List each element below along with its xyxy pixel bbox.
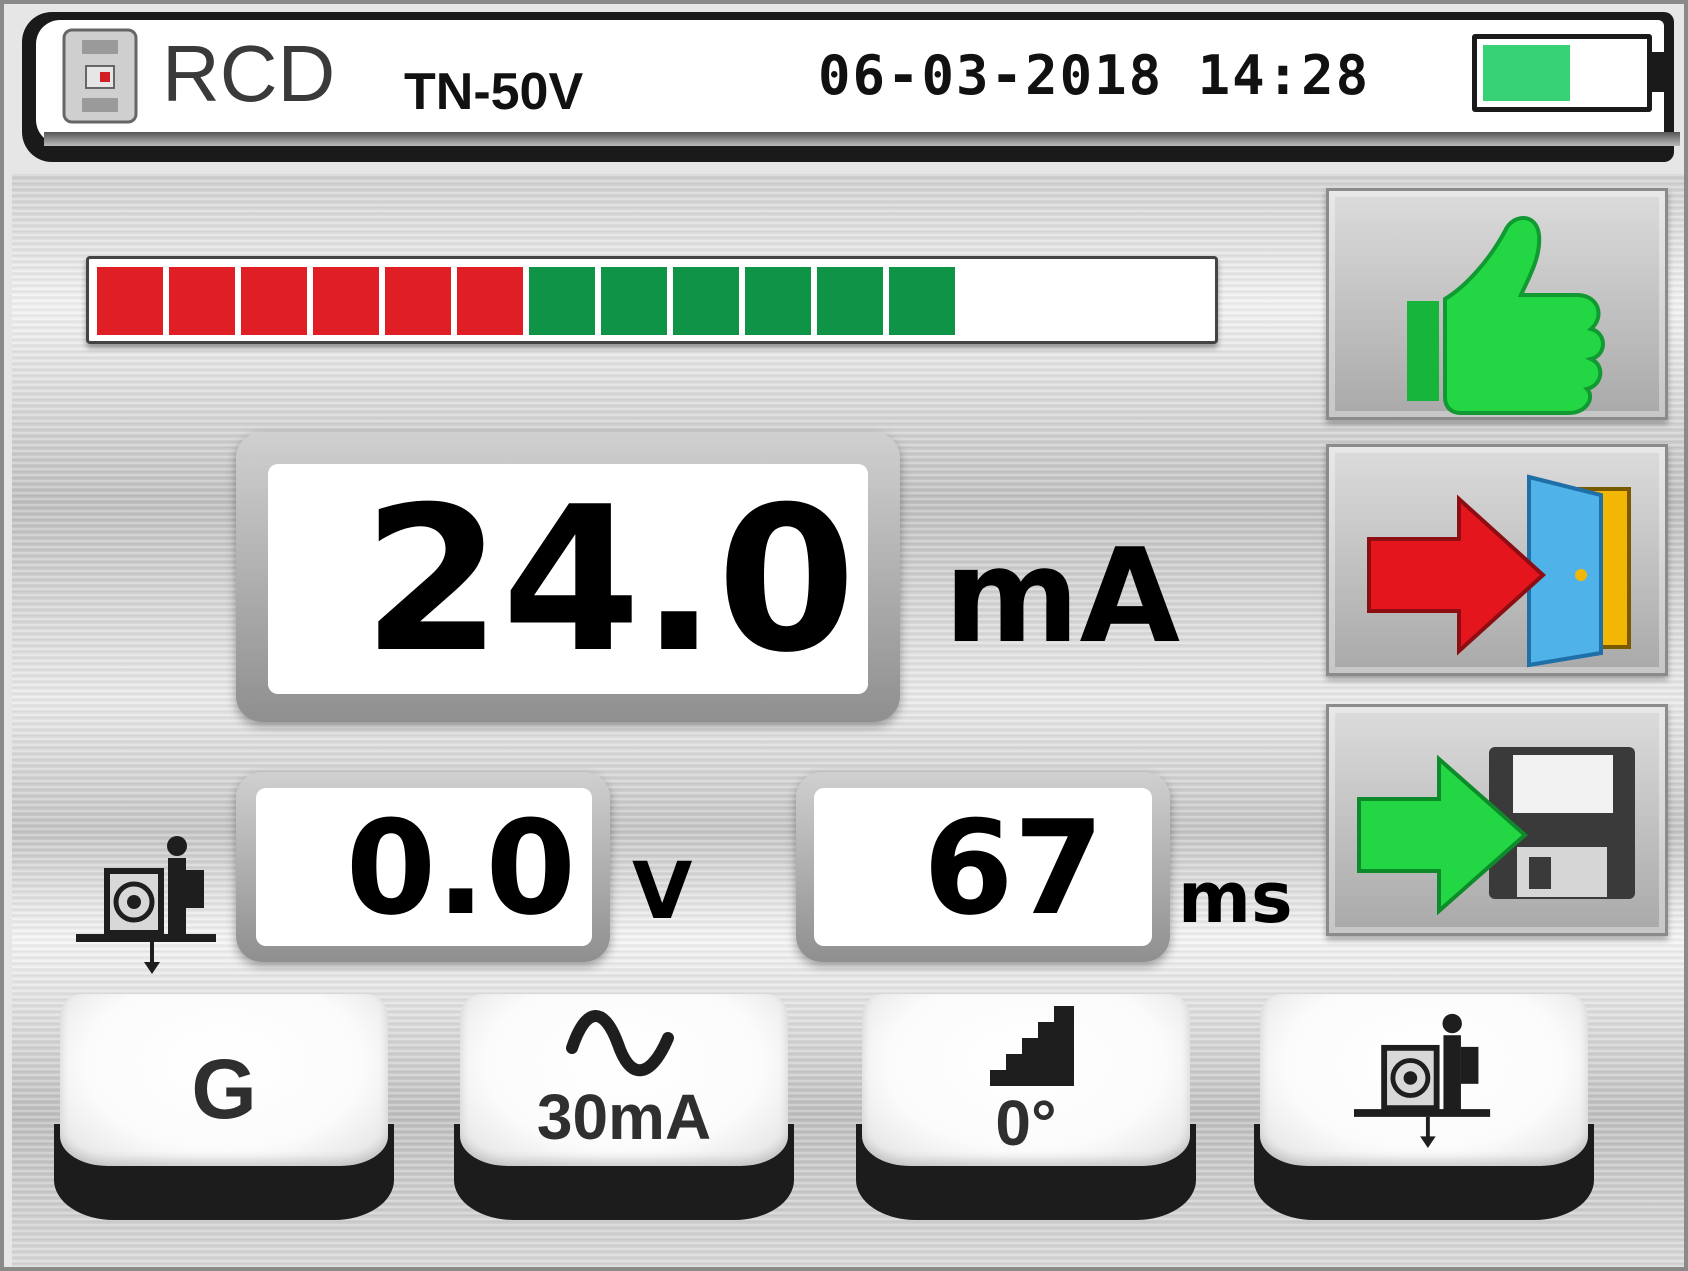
soft-key-4[interactable]: [1254, 994, 1594, 1226]
app-title: RCD: [162, 29, 336, 118]
system-mode-label: TN-50V: [404, 63, 584, 121]
earth-electrode-icon: [76, 836, 216, 974]
leakage-bar-graph: [86, 256, 1218, 344]
battery-level-fill: [1483, 45, 1570, 101]
save-button[interactable]: [1326, 704, 1668, 936]
ac-sine-icon: [566, 1010, 674, 1077]
bar-segment-green: [529, 267, 595, 335]
bar-segment-green: [745, 267, 811, 335]
soft-key-2[interactable]: 30mA: [454, 994, 794, 1226]
bar-segment-red: [457, 267, 523, 335]
soft-key-3-label: 0°: [995, 1087, 1057, 1159]
header-shadow: [44, 132, 1680, 146]
battery-icon: [1472, 34, 1652, 112]
bar-segment-red: [385, 267, 451, 335]
bar-segment-green: [817, 267, 883, 335]
soft-key-3[interactable]: 0°: [856, 994, 1196, 1226]
trip-current-unit: mA: [944, 520, 1181, 672]
battery-tip: [1652, 52, 1664, 92]
bar-segment-green: [673, 267, 739, 335]
soft-key-2-label: 30mA: [536, 1081, 712, 1153]
soft-key-1[interactable]: G: [54, 994, 394, 1226]
bar-segment-red: [169, 267, 235, 335]
soft-key-1-label: G: [191, 1042, 257, 1136]
contact-voltage-unit: V: [632, 847, 693, 937]
bar-segment-red: [241, 267, 307, 335]
result-ok-button[interactable]: [1326, 188, 1668, 420]
save-floppy-icon: [1357, 747, 1635, 916]
bar-segment-green: [889, 267, 955, 335]
trip-current-value: 24.0: [362, 464, 856, 697]
trip-time-unit: ms: [1178, 857, 1293, 939]
bar-segment-green: [601, 267, 667, 335]
earth-electrode-icon: [1354, 1013, 1491, 1148]
instrument-screen: RCD TN-50V 06-03-2018 14:28 24.0 mA 0.0 …: [0, 0, 1688, 1271]
trip-time-value: 67: [923, 792, 1104, 944]
bar-segment-red: [313, 267, 379, 335]
thumbs-up-icon: [1407, 216, 1605, 415]
exit-door-icon: [1367, 474, 1631, 668]
ramp-steps-icon: [990, 1006, 1074, 1086]
bar-segment-red: [97, 267, 163, 335]
date-time: 06-03-2018 14:28: [818, 44, 1371, 107]
rcd-breaker-icon: [62, 28, 138, 124]
contact-voltage-value: 0.0: [345, 792, 576, 944]
exit-button[interactable]: [1326, 444, 1668, 676]
